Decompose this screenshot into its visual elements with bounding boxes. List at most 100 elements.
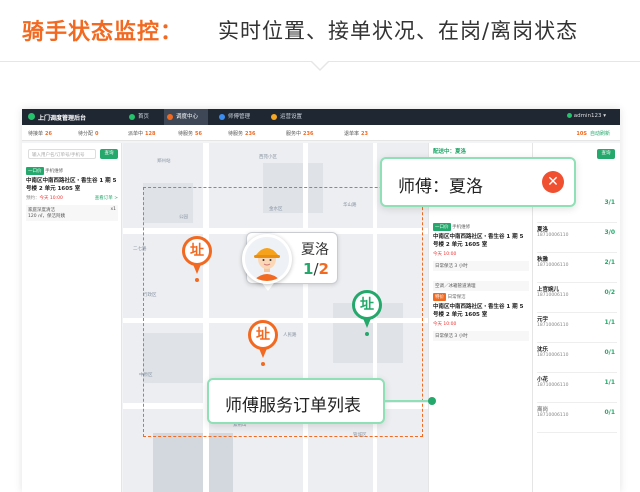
total-count: 2 (318, 260, 329, 278)
master-count: 0/1 (604, 409, 615, 416)
price-tag: 一口价 (26, 167, 44, 175)
search-button[interactable]: 查询 (100, 149, 118, 159)
address-marker[interactable]: 址 (182, 236, 212, 282)
stat-value: 56 (195, 131, 202, 137)
master-count: 2/1 (604, 259, 615, 266)
stat-item[interactable]: 待接单 26 (28, 130, 52, 137)
order-address: 中南区中南西路社区・香生谷 1 期 5 号楼 2 单元 1605 室 (26, 178, 117, 192)
pin-tip (365, 332, 369, 336)
map-label: 郑州站 (157, 159, 171, 164)
stat-item[interactable]: 退单率 23 (344, 130, 368, 137)
avatar-pointer (262, 283, 274, 291)
popup-connector (385, 400, 431, 402)
stat-value: 26 (45, 131, 52, 137)
order-service-item: 空调／冰箱管道清理 (433, 281, 529, 291)
order-time: 今天 10:00 (39, 196, 63, 201)
master-row[interactable]: 元宇 18710006110 1/1 (537, 315, 617, 343)
order-card[interactable]: 一口价 手机维修 中南区中南西路社区・香生谷 1 期 5 号楼 2 单元 160… (433, 223, 529, 271)
price-tag: 一口价 (433, 223, 451, 231)
user-icon (219, 114, 225, 120)
nav-item-master[interactable]: 师傅管理 (216, 109, 260, 125)
map-label: 中原区 (139, 373, 153, 378)
query-button[interactable]: 查询 (597, 149, 615, 159)
order-service-item: 日常保洁 3 小时 (433, 261, 529, 271)
address-marker[interactable]: 址 (352, 290, 382, 336)
master-row[interactable]: 秋雅 18710006110 2/1 (537, 255, 617, 283)
stats-bar: 待接单 26 待分配 0 派单中 128 待服务 56 待服务 236 服务中 236 退单… (22, 125, 620, 141)
auto-refresh[interactable]: 10S 自动刷新 (576, 130, 610, 137)
order-time: 今天 10:00 (433, 252, 457, 257)
order-service-item: 日常保洁 3 小时 (433, 331, 529, 341)
user-name: admin123 ▾ (573, 113, 606, 119)
master-row[interactable]: 小花 18710006110 1/1 (537, 375, 617, 403)
stat-item[interactable]: 待分配 0 (78, 130, 99, 137)
pin-tip (195, 278, 199, 282)
nav-item-dispatch[interactable]: 调度中心 (164, 109, 209, 125)
master-count: 0/2 (604, 289, 615, 296)
master-row[interactable]: 离岗 18710006110 0/1 (537, 405, 617, 433)
order-list-popup-title: 师傅服务订单列表 (225, 396, 361, 416)
order-type: 日常保洁 (447, 295, 466, 300)
stat-item[interactable]: 待服务 56 (178, 130, 202, 137)
order-address: 中南区中南西路社区・香生谷 1 期 5 号楼 2 单元 1605 室 (433, 234, 524, 248)
stat-value: 23 (361, 131, 368, 137)
order-type: 手机维修 (452, 225, 471, 230)
stat-value: 128 (145, 131, 156, 137)
user-menu[interactable]: admin123 ▾ (566, 113, 606, 119)
map-label: 西苑小区 (259, 155, 277, 160)
order-time: 今天 10:00 (433, 322, 457, 327)
gear-icon (271, 114, 277, 120)
stat-item[interactable]: 派单中 128 (128, 130, 155, 137)
master-count: 0/1 (604, 349, 615, 356)
connector-dot (428, 397, 436, 405)
app-title: 上门调度管理后台 (38, 115, 87, 122)
stat-label: 退单率 (344, 131, 360, 137)
master-row[interactable]: 上官婉儿 18710006110 0/2 (537, 285, 617, 313)
stat-value: 0 (95, 131, 99, 137)
top-banner: 骑手状态监控： 实时位置、接单状况、在岗/离岗状态 (0, 0, 640, 62)
order-meta: 预约：今天 10:00 查看订单 > (26, 195, 118, 201)
stat-label: 服务中 (286, 131, 302, 137)
order-type: 手机维修 (45, 169, 64, 174)
order-meta: 今天 10:00 (433, 251, 529, 257)
panel-header: 配送中：夏洛 (433, 149, 467, 155)
price-tag: 特价 (433, 293, 446, 301)
home-icon (129, 114, 135, 120)
master-row[interactable]: 夏洛 18710006110 3/0 (537, 225, 617, 253)
nav-label: 调度中心 (176, 114, 199, 120)
top-navbar: 上门调度管理后台 首页 调度中心 师傅管理 运营设置 admin123 ▾ (22, 109, 620, 125)
stat-item[interactable]: 服务中 236 (286, 130, 313, 137)
order-list-popup: 师傅服务订单列表 (207, 378, 385, 424)
master-row[interactable]: 沈乐 18710006110 0/1 (537, 345, 617, 373)
master-count: 3/0 (604, 229, 615, 236)
refresh-interval: 10S (576, 131, 587, 137)
order-meta: 今天 10:00 (433, 321, 529, 327)
order-card[interactable]: 空调／冰箱管道清理 (433, 277, 529, 291)
nav-label: 首页 (138, 114, 150, 120)
map-label: 华山路 (343, 203, 357, 208)
nav-label: 运营设置 (280, 114, 303, 120)
dispatch-icon (167, 114, 173, 120)
order-address: 中南区中南西路社区・香生谷 1 期 5 号楼 2 单元 1605 室 (433, 304, 524, 318)
close-icon[interactable]: ✕ (542, 171, 564, 193)
avatar-icon (566, 113, 572, 118)
order-card[interactable]: 一口价 手机维修 中南区中南西路社区・香生谷 1 期 5 号楼 2 单元 160… (26, 167, 118, 221)
view-order-link[interactable]: 查看订单 > (95, 195, 118, 201)
done-count: 1 (303, 260, 314, 278)
order-service-item: 家庭深度清洁 x1 120 ㎡，保洁阿姨 (26, 205, 118, 221)
master-name: 夏洛 (301, 242, 329, 258)
stat-item[interactable]: 待服务 236 (228, 130, 255, 137)
master-popup: 师傅：夏洛 ✕ (380, 157, 576, 207)
stat-label: 待服务 (178, 131, 194, 137)
nav-item-settings[interactable]: 运营设置 (268, 109, 312, 125)
pin-tip (261, 362, 265, 366)
search-input[interactable]: 输入用户名/订单号/手机号 (28, 149, 96, 159)
avatar[interactable] (242, 234, 292, 284)
nav-item-home[interactable]: 首页 (126, 109, 159, 125)
address-marker[interactable]: 址 (248, 320, 278, 366)
order-card[interactable]: 特价 日常保洁 中南区中南西路社区・香生谷 1 期 5 号楼 2 单元 1605… (433, 293, 529, 341)
nav-label: 师傅管理 (228, 114, 251, 120)
master-count: 1/1 (604, 319, 615, 326)
time-label: 预约： (26, 196, 40, 201)
stat-label: 待服务 (228, 131, 244, 137)
